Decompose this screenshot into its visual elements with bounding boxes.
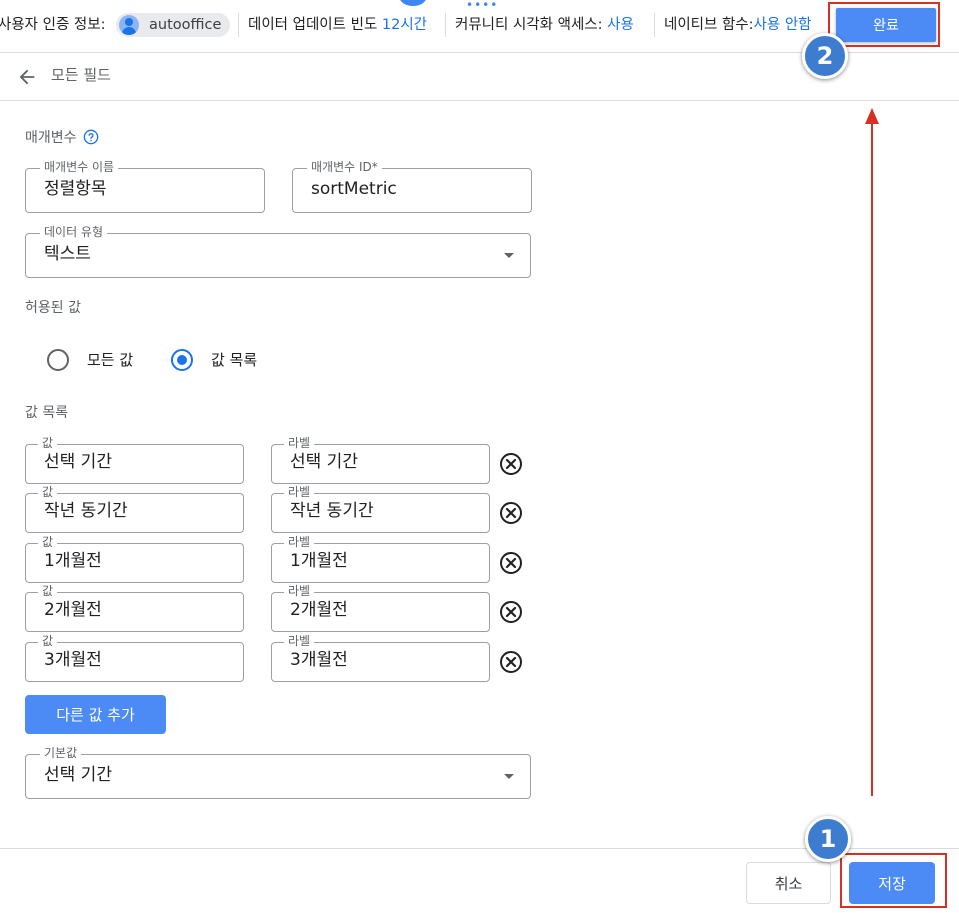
credentials-chip[interactable]: autooffice — [116, 13, 230, 37]
native-label: 네이티브 함수: — [664, 17, 754, 33]
credentials-label: 사용자 인증 정보: — [0, 17, 106, 33]
annotation-arrow — [865, 108, 879, 796]
value-field[interactable]: 값 작년 동기간 — [25, 485, 244, 533]
value-list-label: 값 목록 — [25, 405, 69, 421]
value-field[interactable]: 값 3개월전 — [25, 634, 244, 682]
param-name-field[interactable]: 매개변수 이름 정렬항목 — [25, 160, 265, 213]
field-label: 데이터 유형 — [40, 225, 108, 239]
allowed-values-label: 허용된 값 — [25, 300, 81, 316]
label-field[interactable]: 라벨 작년 동기간 — [271, 485, 490, 533]
more-dots-icon: •••• — [466, 0, 499, 12]
add-value-button[interactable]: 다른 값 추가 — [25, 695, 166, 734]
back-arrow-icon[interactable] — [16, 66, 38, 88]
credentials-user: autooffice — [149, 17, 222, 33]
field-value: 선택 기간 — [290, 452, 358, 472]
radio-label-all-values: 모든 값 — [87, 351, 134, 369]
user-avatar-icon — [119, 15, 139, 35]
label-field[interactable]: 라벨 3개월전 — [271, 634, 490, 682]
field-value: 1개월전 — [44, 551, 102, 571]
help-icon[interactable] — [83, 129, 99, 145]
section-title: 매개변수 — [25, 130, 77, 146]
parameter-section: 매개변수 — [25, 129, 99, 147]
field-label: 값 — [38, 584, 58, 598]
freshness-setting[interactable]: 데이터 업데이트 빈도 12시간 — [248, 14, 427, 36]
field-value: 작년 동기간 — [290, 501, 374, 521]
default-value-select[interactable]: 기본값 선택 기간 — [25, 746, 531, 799]
radio-label-value-list: 값 목록 — [211, 351, 258, 369]
community-viz-setting[interactable]: 커뮤니티 시각화 액세스: 사용 — [455, 14, 634, 36]
field-label: 기본값 — [40, 746, 82, 760]
field-value: 선택 기간 — [44, 765, 112, 785]
cancel-button[interactable]: 취소 — [746, 862, 831, 904]
field-label: 값 — [38, 436, 58, 450]
field-value: 텍스트 — [44, 244, 91, 264]
label-field[interactable]: 라벨 1개월전 — [271, 535, 490, 583]
param-id-field[interactable]: 매개변수 ID* sortMetric — [292, 160, 532, 213]
avatar-partial — [399, 0, 427, 6]
divider — [238, 13, 239, 37]
field-label: 값 — [38, 634, 58, 648]
field-label: 값 — [38, 485, 58, 499]
label-field[interactable]: 라벨 2개월전 — [271, 584, 490, 632]
divider — [654, 13, 655, 37]
field-label: 라벨 — [284, 535, 315, 549]
label-field[interactable]: 라벨 선택 기간 — [271, 436, 490, 484]
value-field[interactable]: 값 선택 기간 — [25, 436, 244, 484]
field-label: 라벨 — [284, 584, 315, 598]
field-value: 1개월전 — [290, 551, 348, 571]
field-value: 선택 기간 — [44, 452, 112, 472]
field-label: 라벨 — [284, 485, 315, 499]
step-badge-1: 1 — [805, 816, 851, 862]
remove-row-icon[interactable] — [499, 600, 523, 624]
remove-row-icon[interactable] — [499, 650, 523, 674]
panel-header: 모든 필드 — [0, 52, 959, 101]
field-label: 매개변수 이름 — [40, 160, 119, 174]
data-type-select[interactable]: 데이터 유형 텍스트 — [25, 225, 531, 278]
field-label: 라벨 — [284, 436, 315, 450]
radio-value-list[interactable] — [171, 349, 193, 371]
community-label: 커뮤니티 시각화 액세스: — [455, 17, 603, 33]
value-field[interactable]: 값 1개월전 — [25, 535, 244, 583]
native-value-link[interactable]: 사용 안함 — [754, 17, 812, 33]
remove-row-icon[interactable] — [499, 501, 523, 525]
field-value: 정렬항목 — [44, 179, 107, 199]
remove-row-icon[interactable] — [499, 452, 523, 476]
field-value: 작년 동기간 — [44, 501, 128, 521]
page-title: 모든 필드 — [51, 66, 111, 84]
highlight-box-save — [840, 853, 947, 908]
field-value: 2개월전 — [44, 600, 102, 620]
radio-all-values[interactable] — [47, 349, 69, 371]
native-functions-setting[interactable]: 네이티브 함수:사용 안함 — [664, 14, 812, 36]
field-value: 3개월전 — [44, 650, 102, 670]
field-value: 2개월전 — [290, 600, 348, 620]
field-label: 매개변수 ID* — [307, 160, 382, 174]
dropdown-caret-icon — [504, 774, 514, 779]
remove-row-icon[interactable] — [499, 551, 523, 575]
field-label: 값 — [38, 535, 58, 549]
value-field[interactable]: 값 2개월전 — [25, 584, 244, 632]
highlight-box-done — [828, 2, 940, 47]
field-value: sortMetric — [311, 179, 397, 199]
community-value-link[interactable]: 사용 — [607, 17, 634, 33]
divider — [445, 13, 446, 37]
freshness-value-link[interactable]: 12시간 — [382, 17, 427, 33]
field-value: 3개월전 — [290, 650, 348, 670]
dropdown-caret-icon — [504, 253, 514, 258]
freshness-label: 데이터 업데이트 빈도 — [248, 17, 378, 33]
field-label: 라벨 — [284, 634, 315, 648]
